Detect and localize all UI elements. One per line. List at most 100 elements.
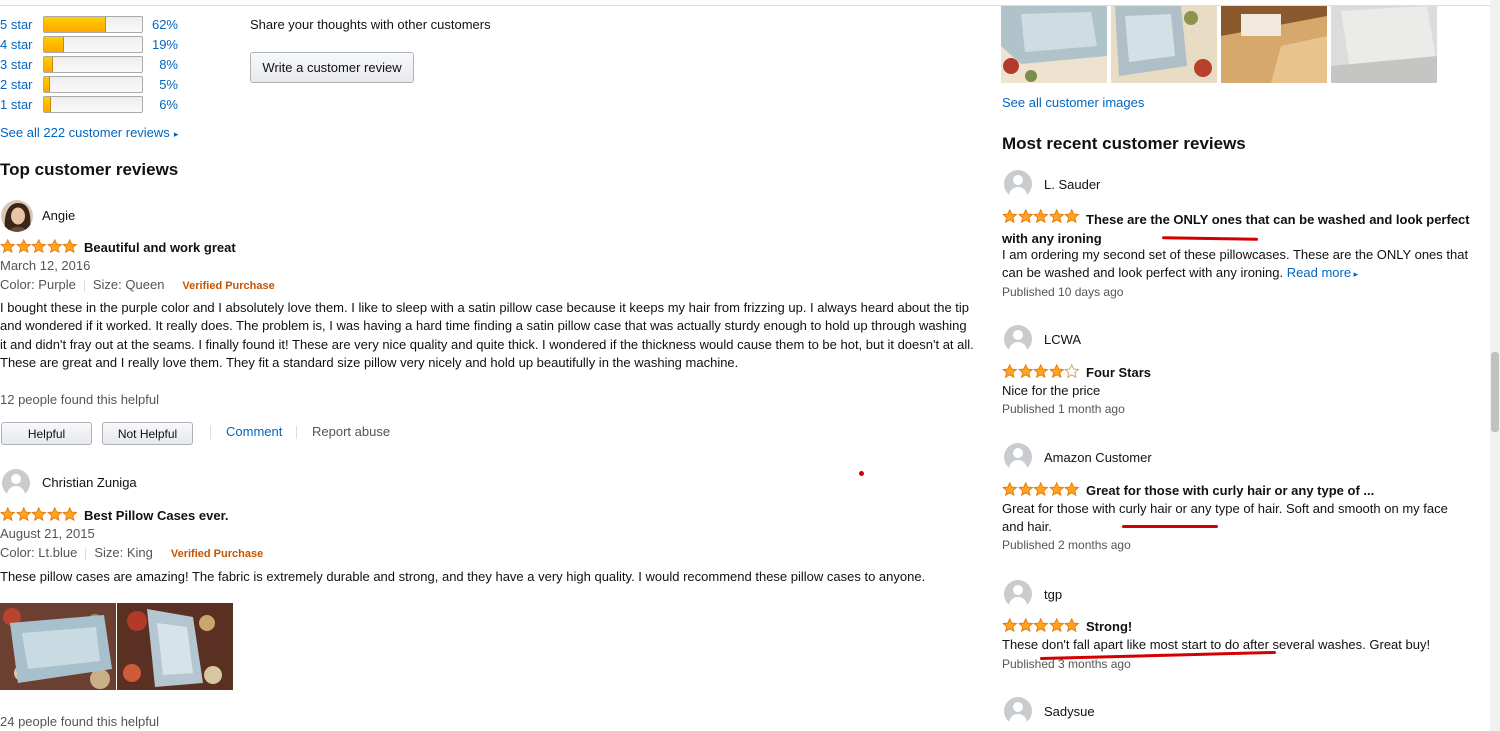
reviewer-name[interactable]: Sadysue: [1044, 704, 1095, 719]
customer-image[interactable]: [1001, 6, 1107, 83]
divider: [210, 426, 211, 439]
write-review-button[interactable]: Write a customer review: [250, 52, 414, 83]
avatar[interactable]: [1004, 170, 1032, 198]
histogram-row-4[interactable]: 4 star 19%: [0, 34, 178, 54]
histogram-label[interactable]: 1 star: [0, 97, 40, 112]
report-abuse-link[interactable]: Report abuse: [312, 424, 390, 439]
histogram-row-3[interactable]: 3 star 8%: [0, 54, 178, 74]
review-body-text: I am ordering my second set of these pil…: [1002, 247, 1469, 281]
histogram-bar[interactable]: [43, 75, 143, 93]
histogram-label[interactable]: 4 star: [0, 37, 40, 52]
star-icon: [0, 239, 16, 254]
avatar[interactable]: [1004, 443, 1032, 471]
see-all-reviews-text[interactable]: See all 222 customer reviews: [0, 125, 170, 140]
histogram-row-5[interactable]: 5 star 62%: [0, 14, 178, 34]
star-icon: [15, 239, 31, 254]
variant-color[interactable]: Color: Purple: [0, 277, 76, 292]
scrollbar-thumb[interactable]: [1491, 352, 1499, 432]
star-icon: [1064, 618, 1080, 633]
review-title[interactable]: Four Stars: [1086, 365, 1151, 380]
histogram-bar[interactable]: [43, 55, 143, 73]
review-title[interactable]: Strong!: [1086, 619, 1132, 634]
customer-image[interactable]: [1221, 6, 1327, 83]
histogram-percent[interactable]: 5%: [143, 77, 178, 92]
reviewer-name[interactable]: tgp: [1044, 587, 1062, 602]
reviewer-name[interactable]: L. Sauder: [1044, 177, 1100, 192]
review-body: Great for those with curly hair or any t…: [1002, 501, 1448, 535]
star-icon: [31, 507, 47, 522]
divider: [296, 426, 297, 439]
review-image[interactable]: [0, 603, 116, 690]
recent-reviews-heading: Most recent customer reviews: [1002, 134, 1246, 153]
reviewer-name[interactable]: LCWA: [1044, 332, 1081, 347]
reviewer-name[interactable]: Amazon Customer: [1044, 450, 1152, 465]
reviewer-name[interactable]: Christian Zuniga: [42, 475, 137, 490]
verified-purchase-badge[interactable]: Verified Purchase: [171, 548, 263, 560]
histogram-percent[interactable]: 19%: [143, 37, 178, 52]
star-icon: [31, 239, 47, 254]
histogram-bar[interactable]: [43, 15, 143, 33]
review-variant[interactable]: Color: Purple Size: Queen Verified Purchas…: [0, 277, 275, 292]
comment-link[interactable]: Comment: [226, 424, 282, 439]
published-date: Published 1 month ago: [1002, 402, 1125, 416]
histogram-bar[interactable]: [43, 35, 143, 53]
star-icon: [1002, 482, 1018, 497]
review-date: August 21, 2015: [0, 526, 95, 541]
published-date: Published 10 days ago: [1002, 285, 1124, 299]
see-all-reviews-link[interactable]: See all 222 customer reviews ▸: [0, 125, 178, 140]
histogram-percent[interactable]: 8%: [143, 57, 178, 72]
read-more-link[interactable]: Read more: [1287, 265, 1351, 280]
star-rating[interactable]: [1002, 364, 1080, 379]
histogram-label[interactable]: 5 star: [0, 17, 40, 32]
star-icon: [1048, 364, 1064, 379]
avatar[interactable]: [2, 469, 30, 497]
review-variant[interactable]: Color: Lt.blue Size: King Verified Purchas…: [0, 545, 263, 560]
star-icon: [15, 507, 31, 522]
star-rating[interactable]: [0, 239, 78, 254]
histogram-label[interactable]: 2 star: [0, 77, 40, 92]
histogram-bar[interactable]: [43, 95, 143, 113]
star-rating[interactable]: [0, 507, 78, 522]
review-date: March 12, 2016: [0, 258, 91, 273]
avatar[interactable]: [1004, 580, 1032, 608]
annotation-underline: [1122, 525, 1218, 528]
star-icon: [62, 507, 78, 522]
review-title[interactable]: Beautiful and work great: [84, 240, 236, 255]
avatar[interactable]: [1004, 325, 1032, 353]
star-icon: [1033, 618, 1049, 633]
avatar[interactable]: [1004, 697, 1032, 725]
star-icon: [1064, 364, 1080, 379]
published-date: Published 2 months ago: [1002, 538, 1131, 552]
star-icon: [1017, 364, 1033, 379]
star-icon: [1017, 482, 1033, 497]
histogram-row-1[interactable]: 1 star 6%: [0, 94, 178, 114]
variant-size[interactable]: Size: King: [94, 545, 153, 560]
review-image[interactable]: [117, 603, 233, 690]
variant-size[interactable]: Size: Queen: [93, 277, 165, 292]
review-title[interactable]: Great for those with curly hair or any t…: [1086, 483, 1374, 498]
helpful-count: 12 people found this helpful: [0, 392, 160, 407]
helpful-button[interactable]: Helpful: [1, 422, 92, 445]
verified-purchase-badge[interactable]: Verified Purchase: [182, 280, 274, 292]
star-rating[interactable]: [1002, 618, 1080, 633]
share-thoughts-text: Share your thoughts with other customers: [250, 17, 491, 32]
histogram-fill: [44, 96, 51, 112]
customer-image[interactable]: [1111, 6, 1217, 83]
not-helpful-button[interactable]: Not Helpful: [102, 422, 193, 445]
avatar[interactable]: [1, 200, 33, 232]
divider: [85, 547, 87, 560]
top-reviews-heading: Top customer reviews: [0, 160, 179, 179]
chevron-right-icon: ▸: [1351, 269, 1359, 280]
star-icon: [62, 239, 78, 254]
review-title[interactable]: These are the ONLY ones that can be wash…: [1002, 210, 1472, 248]
variant-color[interactable]: Color: Lt.blue: [0, 545, 77, 560]
histogram-percent[interactable]: 62%: [143, 17, 178, 32]
histogram-percent[interactable]: 6%: [143, 97, 178, 112]
review-title[interactable]: Best Pillow Cases ever.: [84, 508, 229, 523]
histogram-row-2[interactable]: 2 star 5%: [0, 74, 178, 94]
reviewer-name[interactable]: Angie: [42, 208, 75, 223]
histogram-label[interactable]: 3 star: [0, 57, 40, 72]
customer-image[interactable]: [1331, 6, 1437, 83]
see-all-images-link[interactable]: See all customer images: [1002, 95, 1144, 110]
star-rating[interactable]: [1002, 482, 1080, 497]
